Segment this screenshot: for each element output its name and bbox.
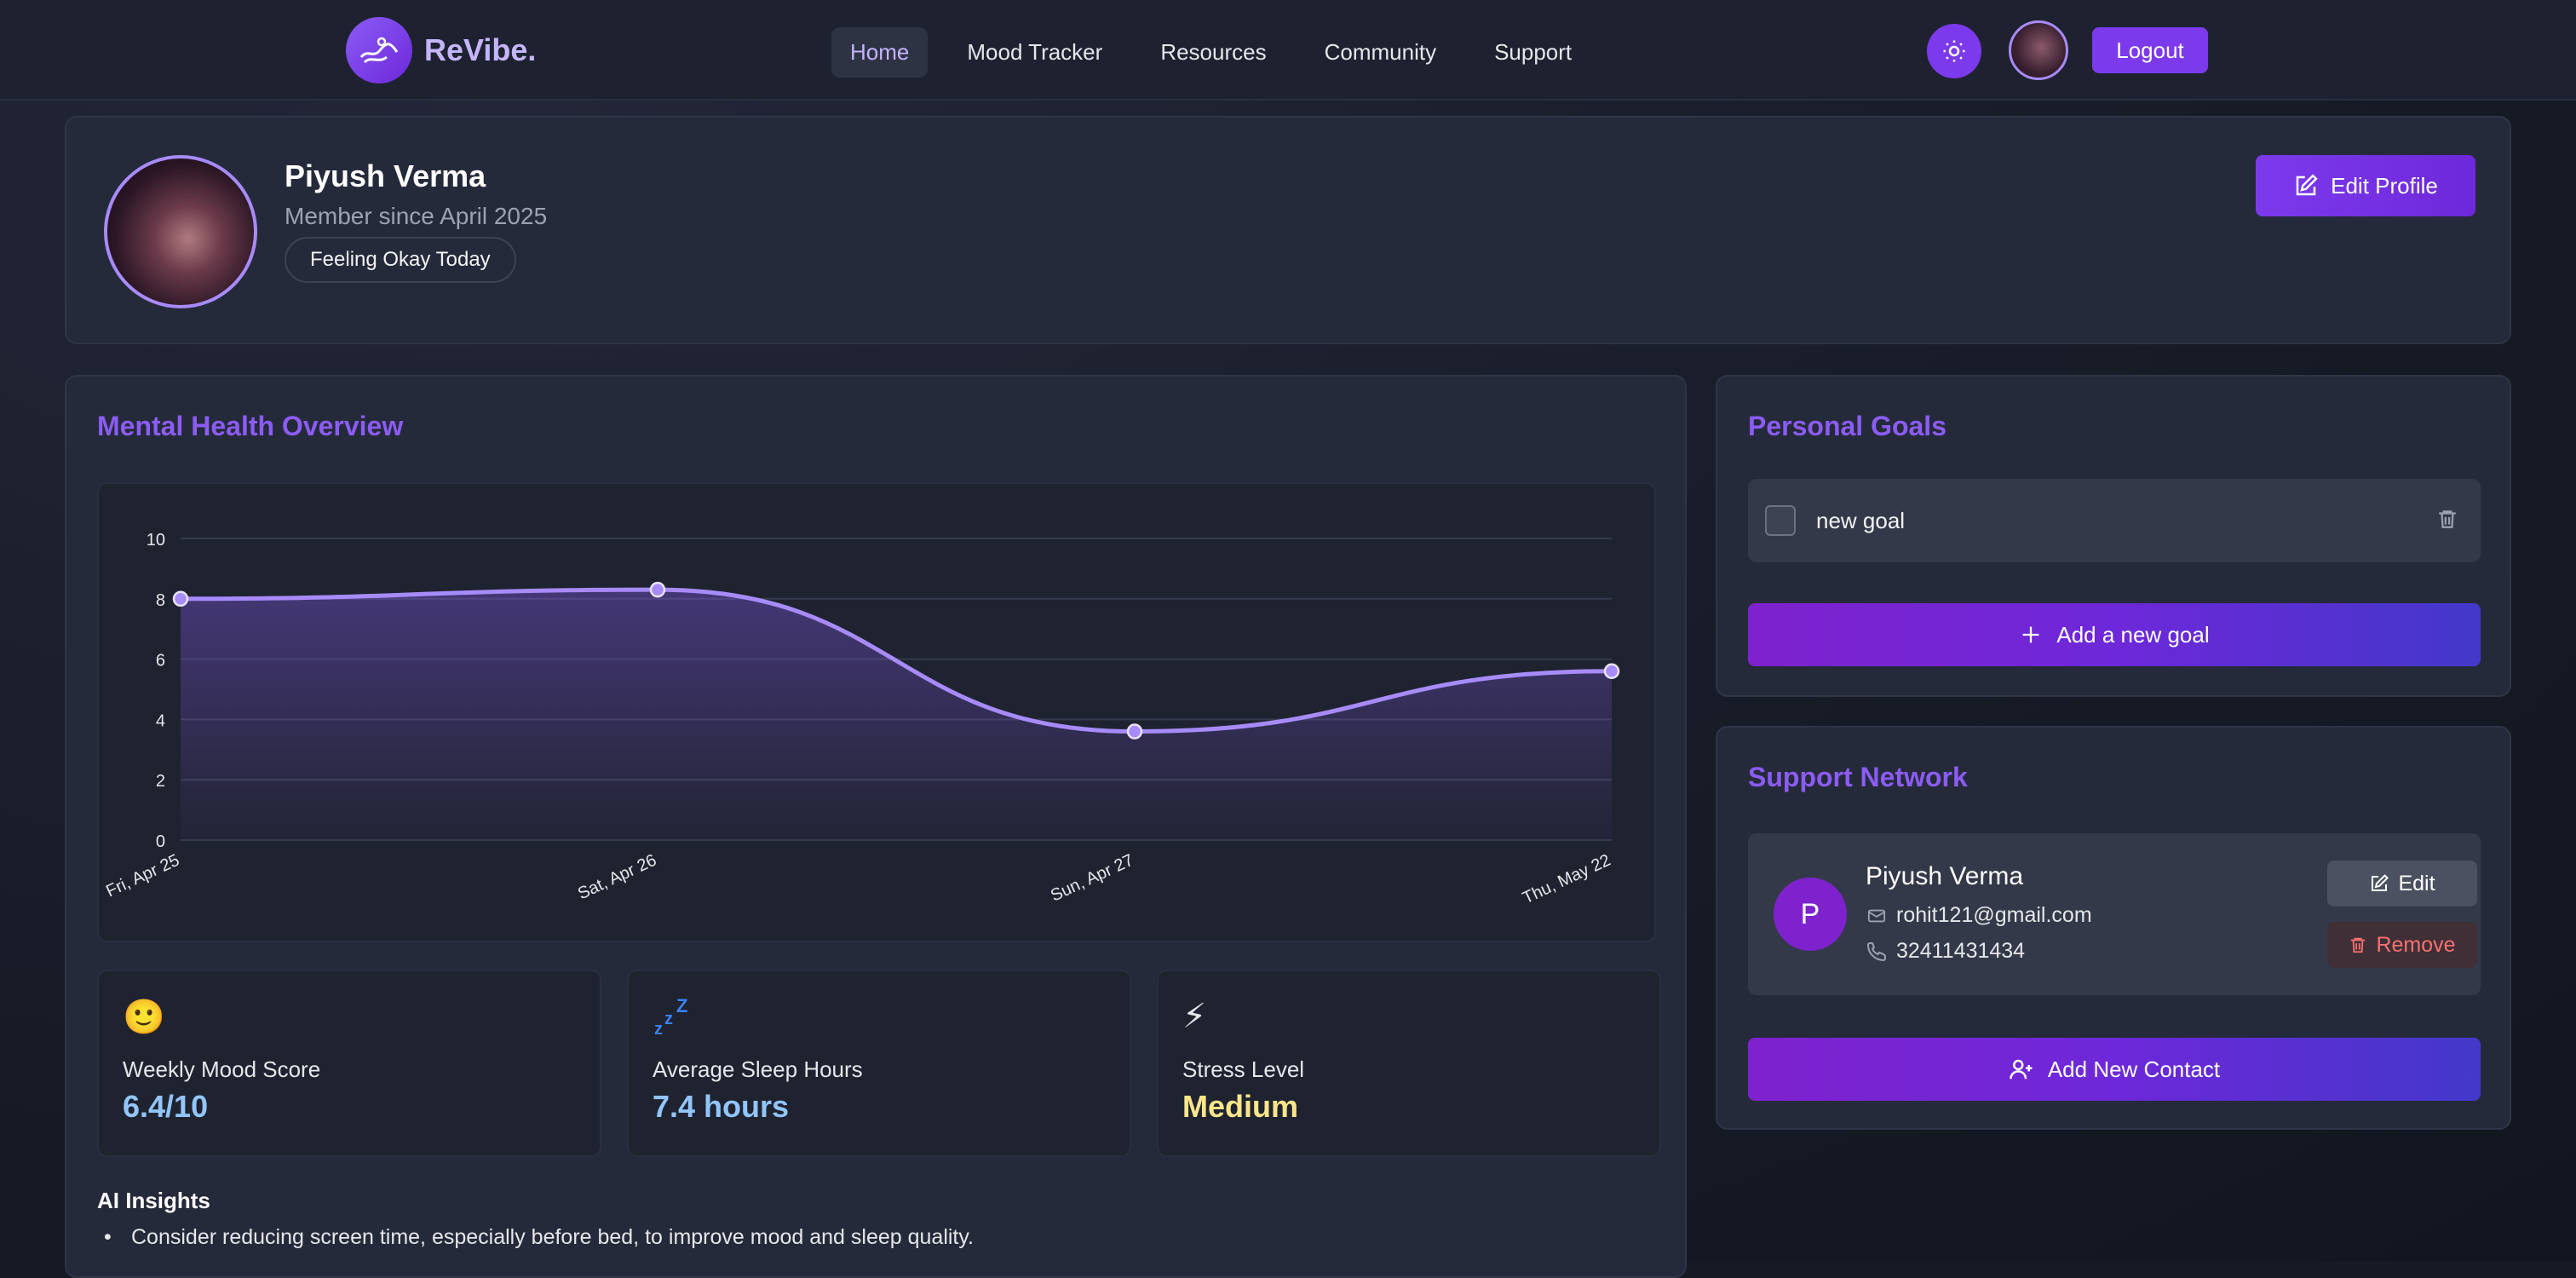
mood-area: [181, 590, 1612, 840]
user-plus-icon: [2010, 1059, 2033, 1079]
y-tick-label: 8: [156, 591, 165, 610]
stat-value: 6.4/10: [123, 1089, 209, 1124]
add-goal-label: Add a new goal: [2056, 621, 2210, 648]
add-goal-button[interactable]: Add a new goal: [1748, 603, 2481, 666]
nav-link-home[interactable]: Home: [831, 27, 929, 78]
edit-contact-button[interactable]: Edit: [2327, 861, 2477, 907]
profile-card: Piyush Verma Member since April 2025 Fee…: [65, 116, 2511, 344]
plus-icon: [2023, 626, 2039, 643]
support-title: Support Network: [1748, 762, 1968, 792]
contact-card: P Piyush Verma rohit121@gmail.com 324114…: [1748, 833, 2481, 995]
y-tick-label: 6: [156, 652, 165, 671]
stat-label: Weekly Mood Score: [123, 1056, 321, 1082]
smile-icon: 🙂: [123, 999, 165, 1036]
user-avatar[interactable]: [2009, 20, 2068, 80]
x-tick-label: Fri, Apr 25: [103, 851, 182, 901]
remove-contact-label: Remove: [2376, 932, 2456, 957]
goal-item: new goal: [1748, 479, 2481, 562]
delete-goal-button[interactable]: [2436, 506, 2462, 535]
stat-weekly-mood: 🙂 Weekly Mood Score 6.4/10: [97, 970, 601, 1157]
x-tick-label: Thu, May 22: [1520, 851, 1613, 908]
sun-icon: [1943, 40, 1965, 62]
logout-button[interactable]: Logout: [2092, 27, 2208, 73]
mood-chart-svg: 0 2 4 6 8 10 Fri, Apr 25 Sat, Apr 26 Sun, Apr 27…: [103, 531, 1620, 908]
data-point[interactable]: [649, 581, 666, 598]
add-contact-button[interactable]: Add New Contact: [1748, 1038, 2481, 1101]
y-tick-label: 10: [147, 531, 165, 550]
nav-link-mood-tracker[interactable]: Mood Tracker: [948, 27, 1121, 78]
contact-name: Piyush Verma: [1866, 862, 2024, 890]
contact-avatar: P: [1774, 878, 1847, 951]
stat-label: Stress Level: [1182, 1056, 1305, 1082]
ai-insights-title: AI Insights: [97, 1188, 210, 1213]
edit-icon: [2372, 874, 2389, 891]
support-network-card: Support Network P Piyush Verma rohit121@…: [1716, 726, 2511, 1130]
lightning-icon: ⚡: [1182, 998, 1207, 1035]
mood-status-badge: Feeling Okay Today: [285, 237, 516, 283]
insight-item: Consider reducing screen time, especiall…: [104, 1225, 974, 1250]
data-point[interactable]: [1126, 723, 1143, 740]
edit-profile-button[interactable]: Edit Profile: [2256, 155, 2475, 216]
contact-email: rohit121@gmail.com: [1896, 903, 2092, 927]
member-since: Member since April 2025: [285, 203, 548, 229]
data-point[interactable]: [1603, 663, 1620, 680]
navbar: ReVibe. Home Mood Tracker Resources Comm…: [0, 0, 2576, 101]
stat-label: Average Sleep Hours: [653, 1056, 863, 1082]
edit-profile-label: Edit Profile: [2331, 172, 2438, 199]
x-tick-label: Sun, Apr 27: [1048, 851, 1136, 906]
svg-text:z: z: [654, 1020, 663, 1038]
profile-name: Piyush Verma: [285, 158, 486, 193]
x-tick-label: Sat, Apr 26: [575, 851, 659, 904]
stat-sleep-hours: zzZ Average Sleep Hours 7.4 hours: [627, 970, 1131, 1157]
theme-toggle-button[interactable]: [1927, 24, 1981, 78]
profile-avatar: [104, 155, 257, 308]
mental-health-overview-card: Mental Health Overview 0 2 4 6 8 10 Fri, Apr 2…: [65, 375, 1687, 1278]
nav-link-support[interactable]: Support: [1475, 27, 1590, 78]
remove-contact-button[interactable]: Remove: [2327, 922, 2477, 968]
logo-icon: [346, 17, 412, 83]
y-tick-label: 4: [156, 711, 165, 730]
trash-icon: [2439, 510, 2456, 528]
overview-title: Mental Health Overview: [97, 411, 404, 441]
nav-link-resources[interactable]: Resources: [1141, 27, 1285, 78]
personal-goals-card: Personal Goals new goal Add a new goal: [1716, 375, 2511, 697]
mail-icon: [1867, 909, 1886, 922]
mood-chart: 0 2 4 6 8 10 Fri, Apr 25 Sat, Apr 26 Sun, Apr 27…: [97, 482, 1656, 942]
contact-phone-row: 32411431434: [1866, 939, 2025, 964]
contact-phone: 32411431434: [1896, 939, 2026, 963]
y-tick-label: 0: [156, 832, 165, 851]
nav-links: Home Mood Tracker Resources Community Su…: [831, 27, 1590, 78]
stat-value: 7.4 hours: [653, 1089, 790, 1124]
phone-icon: [1866, 941, 1886, 961]
svg-text:z: z: [664, 1010, 673, 1028]
add-contact-label: Add New Contact: [2047, 1056, 2221, 1082]
edit-icon: [2296, 174, 2318, 196]
goal-text: new goal: [1816, 508, 1906, 533]
brand-logo[interactable]: ReVibe.: [346, 17, 536, 83]
brand-name: ReVibe.: [424, 32, 537, 67]
svg-text:Z: Z: [676, 997, 687, 1016]
stat-value: Medium: [1182, 1089, 1299, 1124]
goals-title: Personal Goals: [1748, 411, 1946, 441]
edit-contact-label: Edit: [2398, 871, 2435, 895]
data-point[interactable]: [172, 590, 189, 607]
y-tick-label: 2: [156, 772, 165, 791]
stat-stress-level: ⚡ Stress Level Medium: [1157, 970, 1661, 1157]
nav-link-community[interactable]: Community: [1306, 27, 1455, 78]
zzz-icon: zzZ: [653, 995, 693, 1045]
trash-icon: [2351, 937, 2366, 953]
goal-checkbox[interactable]: [1765, 505, 1796, 536]
contact-email-row: rohit121@gmail.com: [1866, 903, 2092, 928]
